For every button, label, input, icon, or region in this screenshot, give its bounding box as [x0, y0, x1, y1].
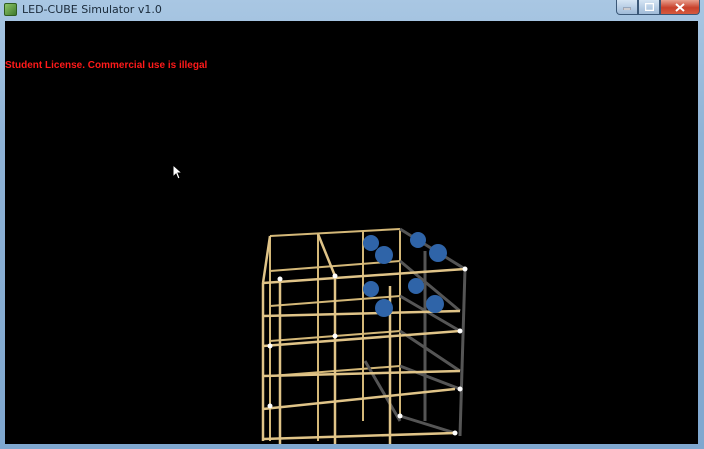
mouse-cursor-icon	[173, 165, 184, 180]
close-button[interactable]	[660, 0, 700, 15]
minimize-button[interactable]	[616, 0, 638, 15]
led-on	[363, 235, 379, 251]
app-window: LED-CUBE Simulator v1.0 Student License.…	[0, 0, 704, 449]
led-on	[410, 232, 426, 248]
led-on	[375, 246, 393, 264]
led-on	[429, 244, 447, 262]
caption-buttons	[616, 0, 700, 16]
simulator-viewport[interactable]: Student License. Commercial use is illeg…	[5, 21, 698, 444]
led-on	[408, 278, 424, 294]
led-cube-render[interactable]	[5, 21, 698, 444]
title-bar[interactable]: LED-CUBE Simulator v1.0	[0, 0, 704, 20]
window-title: LED-CUBE Simulator v1.0	[22, 3, 162, 16]
maximize-button[interactable]	[638, 0, 660, 15]
led-on	[426, 295, 444, 313]
close-icon	[675, 2, 685, 12]
minimize-icon	[623, 7, 631, 10]
led-on	[375, 299, 393, 317]
app-icon[interactable]	[4, 3, 17, 16]
led-on	[363, 281, 379, 297]
maximize-icon	[644, 3, 654, 11]
